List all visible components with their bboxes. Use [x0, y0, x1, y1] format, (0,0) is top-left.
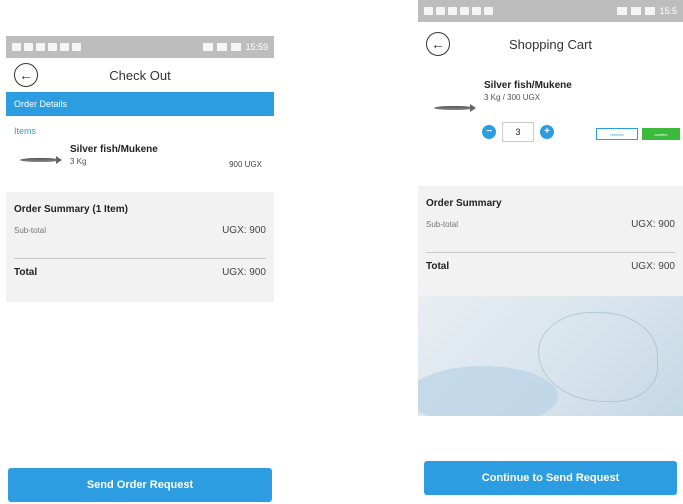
- background-illustration: [418, 296, 683, 416]
- status-right: 15:59: [203, 42, 268, 52]
- quantity-stepper: − 3 +: [482, 122, 554, 142]
- order-details-bar: Order Details: [6, 92, 274, 116]
- status-right: 15:5: [617, 6, 677, 16]
- summary-title: Order Summary (1 Item): [14, 204, 128, 215]
- subtotal-value: UGX: 900: [222, 225, 266, 236]
- checkout-screen: 15:59 ← Check Out Order Details Items Si…: [6, 36, 274, 504]
- items-label: Items: [14, 126, 37, 136]
- subtotal-row: Sub-total UGX: 900: [14, 225, 266, 236]
- summary-title: Order Summary: [426, 198, 502, 209]
- notification-icon: [24, 43, 33, 51]
- notification-icons: [424, 7, 493, 15]
- item-price: 900 UGX: [229, 160, 262, 169]
- notification-icon: [460, 7, 469, 15]
- subtotal-label: Sub-total: [14, 226, 47, 235]
- app-header: ← Check Out: [6, 58, 274, 92]
- notification-icon: [36, 43, 45, 51]
- item-name: Silver fish/Mukene: [484, 80, 572, 91]
- page-title: Check Out: [109, 67, 171, 83]
- total-label: Total: [426, 261, 450, 272]
- signal-icon: [617, 7, 628, 15]
- back-arrow-icon[interactable]: ←: [14, 63, 38, 87]
- cart-item: Silver fish/Mukene 3 Kg / 300 UGX − 3 + …: [418, 66, 683, 176]
- item-quantity: 3 Kg / 300 UGX: [484, 93, 541, 102]
- notification-icon: [60, 43, 69, 51]
- total-value: UGX: 900: [631, 261, 675, 272]
- battery-icon: [231, 43, 242, 51]
- fish-icon: [20, 156, 62, 164]
- confirm-button[interactable]: confirm: [642, 128, 680, 140]
- subtotal-value: UGX: 900: [631, 219, 675, 230]
- status-time: 15:59: [245, 42, 268, 52]
- minus-icon[interactable]: −: [482, 125, 496, 139]
- app-header: ← Shopping Cart: [418, 22, 683, 66]
- signal-icon: [203, 43, 214, 51]
- notification-icons: [12, 43, 81, 51]
- quantity-input[interactable]: 3: [502, 122, 534, 142]
- notification-icon: [472, 7, 481, 15]
- notification-icon: [48, 43, 57, 51]
- remove-button[interactable]: remove: [596, 128, 638, 140]
- wifi-icon: [217, 43, 228, 51]
- item-text: Silver fish/Mukene 3 Kg / 300 UGX: [484, 80, 572, 102]
- notification-icon: [436, 7, 445, 15]
- water-shape: [418, 366, 558, 416]
- page-title: Shopping Cart: [508, 36, 593, 52]
- plus-icon[interactable]: +: [540, 125, 554, 139]
- item-name: Silver fish/Mukene: [70, 144, 158, 155]
- item-text: Silver fish/Mukene 3 Kg: [70, 144, 158, 166]
- total-value: UGX: 900: [222, 267, 266, 278]
- fish-icon: [434, 104, 476, 112]
- subtotal-row: Sub-total UGX: 900: [426, 219, 675, 230]
- item-quantity: 3 Kg: [70, 157, 87, 166]
- status-bar: 15:5: [418, 0, 683, 22]
- total-row: Total UGX: 900: [14, 267, 266, 278]
- shopping-cart-screen: 15:5 ← Shopping Cart Silver fish/Mukene …: [418, 0, 683, 504]
- notification-icon: [484, 7, 493, 15]
- back-arrow-icon[interactable]: ←: [426, 32, 450, 56]
- divider: [426, 252, 675, 253]
- notification-icon: [448, 7, 457, 15]
- total-row: Total UGX: 900: [426, 261, 675, 272]
- order-item: Silver fish/Mukene 3 Kg 900 UGX: [6, 140, 274, 192]
- status-bar: 15:59: [6, 36, 274, 58]
- divider: [14, 258, 266, 259]
- battery-icon: [645, 7, 656, 15]
- order-summary: Order Summary (1 Item) Sub-total UGX: 90…: [6, 192, 274, 302]
- order-summary: Order Summary Sub-total UGX: 900 Total U…: [418, 186, 683, 296]
- notification-icon: [12, 43, 21, 51]
- status-time: 15:5: [659, 6, 677, 16]
- subtotal-label: Sub-total: [426, 220, 459, 229]
- continue-to-send-request-button[interactable]: Continue to Send Request: [424, 461, 677, 495]
- send-order-request-button[interactable]: Send Order Request: [8, 468, 272, 502]
- wifi-icon: [631, 7, 642, 15]
- total-label: Total: [14, 267, 38, 278]
- notification-icon: [424, 7, 433, 15]
- notification-icon: [72, 43, 81, 51]
